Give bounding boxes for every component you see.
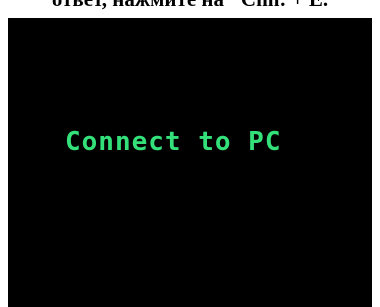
device-screen: Connect to PC xyxy=(8,18,372,307)
caption-text: ответ, нажмите на "Cnn: + Е. xyxy=(0,0,380,12)
screen-message: Connect to PC xyxy=(65,127,282,157)
